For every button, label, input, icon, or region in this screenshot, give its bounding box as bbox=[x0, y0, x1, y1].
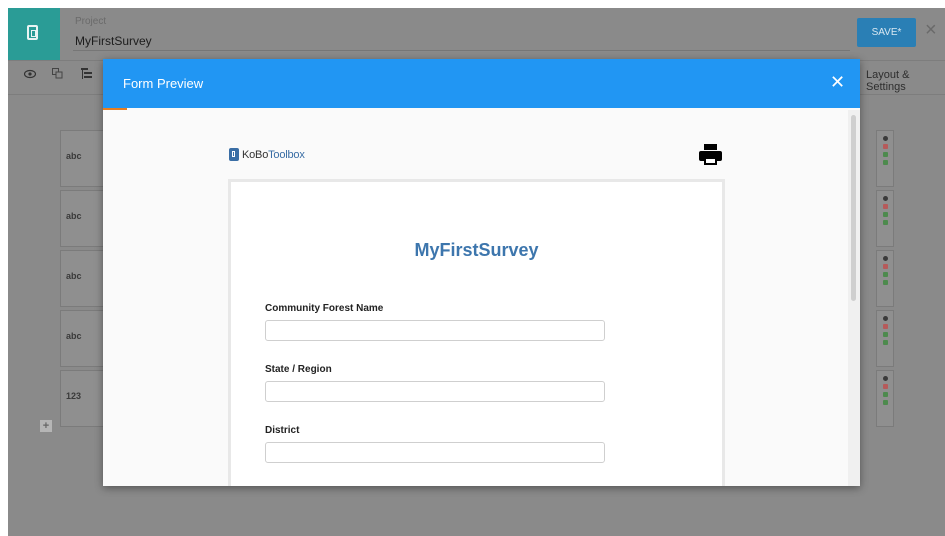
duplicate-icon[interactable] bbox=[882, 392, 888, 397]
app-logo[interactable] bbox=[8, 8, 60, 60]
kobo-logo-icon bbox=[229, 148, 239, 161]
question-row[interactable]: abc bbox=[60, 190, 104, 247]
form-paper: MyFirstSurvey Community Forest Name Stat… bbox=[228, 179, 725, 486]
print-icon[interactable] bbox=[699, 144, 722, 171]
question-row[interactable]: abc bbox=[60, 130, 104, 187]
add-to-library-icon[interactable] bbox=[882, 280, 888, 285]
delete-icon[interactable] bbox=[882, 264, 888, 269]
duplicate-icon[interactable] bbox=[882, 212, 888, 217]
row-actions bbox=[876, 130, 894, 187]
settings-icon[interactable] bbox=[882, 256, 888, 261]
question-type-label: abc bbox=[66, 211, 82, 221]
close-builder-icon[interactable]: × bbox=[925, 20, 937, 40]
eye-icon[interactable] bbox=[23, 68, 37, 82]
form-preview-modal: Form Preview ✕ KoBoToolbox MyFirstSurvey… bbox=[103, 59, 860, 486]
question-label: State / Region bbox=[265, 364, 332, 375]
state-region-input[interactable] bbox=[265, 381, 605, 402]
form-builder-app: Project MyFirstSurvey SAVE* × Layout & S… bbox=[8, 8, 945, 536]
hierarchy-icon[interactable] bbox=[81, 68, 92, 84]
layout-settings-link[interactable]: Layout & Settings bbox=[866, 69, 945, 93]
question-row[interactable]: 123 bbox=[60, 370, 104, 427]
add-to-library-icon[interactable] bbox=[882, 220, 888, 225]
project-name-input[interactable]: MyFirstSurvey bbox=[75, 34, 152, 48]
question-row[interactable]: abc bbox=[60, 250, 104, 307]
settings-icon[interactable] bbox=[882, 196, 888, 201]
row-actions bbox=[876, 250, 894, 307]
community-forest-name-input[interactable] bbox=[265, 320, 605, 341]
logo-text-toolbox: Toolbox bbox=[268, 148, 305, 161]
add-to-library-icon[interactable] bbox=[882, 160, 888, 165]
question-type-label: abc bbox=[66, 151, 82, 161]
project-label: Project bbox=[75, 16, 107, 27]
question-row[interactable]: abc bbox=[60, 310, 104, 367]
question-label: District bbox=[265, 425, 300, 436]
add-to-library-icon[interactable] bbox=[882, 340, 888, 345]
survey-title: MyFirstSurvey bbox=[414, 240, 539, 260]
question-type-label: 123 bbox=[66, 391, 82, 401]
loading-indicator bbox=[103, 108, 127, 110]
delete-icon[interactable] bbox=[882, 204, 888, 209]
modal-scrollbar[interactable] bbox=[848, 110, 860, 486]
question-type-label: abc bbox=[66, 331, 82, 341]
district-input[interactable] bbox=[265, 442, 605, 463]
add-to-library-icon[interactable] bbox=[882, 400, 888, 405]
duplicate-icon[interactable] bbox=[882, 272, 888, 277]
duplicate-icon[interactable] bbox=[882, 332, 888, 337]
modal-header: Form Preview ✕ bbox=[103, 59, 860, 108]
modal-close-icon[interactable]: ✕ bbox=[830, 73, 845, 91]
row-actions bbox=[876, 370, 894, 427]
project-name-underline bbox=[73, 50, 850, 51]
duplicate-icon[interactable] bbox=[882, 152, 888, 157]
settings-icon[interactable] bbox=[882, 136, 888, 141]
question-type-label: abc bbox=[66, 271, 82, 281]
scrollbar-thumb[interactable] bbox=[851, 115, 856, 301]
kobotoolbox-logo: KoBoToolbox bbox=[229, 148, 305, 161]
copy-icon[interactable] bbox=[52, 68, 63, 82]
modal-title: Form Preview bbox=[123, 76, 204, 91]
delete-icon[interactable] bbox=[882, 144, 888, 149]
delete-icon[interactable] bbox=[882, 384, 888, 389]
question-label: Community Forest Name bbox=[265, 303, 384, 314]
save-button[interactable]: SAVE* bbox=[857, 18, 916, 47]
settings-icon[interactable] bbox=[882, 316, 888, 321]
add-question-button[interactable]: + bbox=[40, 420, 52, 432]
logo-text-kobo: KoBo bbox=[242, 148, 269, 161]
row-actions bbox=[876, 310, 894, 367]
phone-icon bbox=[27, 25, 38, 40]
delete-icon[interactable] bbox=[882, 324, 888, 329]
settings-icon[interactable] bbox=[882, 376, 888, 381]
row-actions bbox=[876, 190, 894, 247]
